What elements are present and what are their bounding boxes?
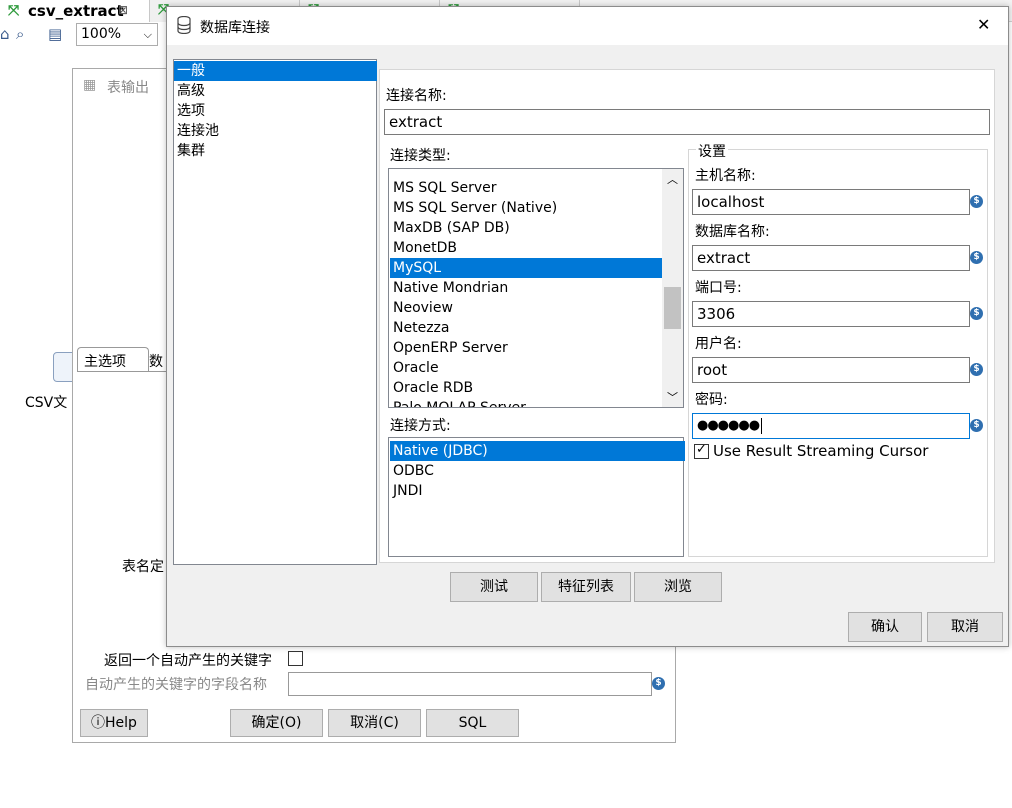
help-button[interactable]: ⓘHelp [80, 709, 148, 737]
chevron-down-icon: ⌵ [143, 28, 152, 41]
bg-dialog-title: 表输出 [107, 80, 149, 96]
variable-icon[interactable]: $ [970, 251, 983, 264]
run-icon[interactable]: ⌂ [0, 25, 10, 43]
access-method-label: 连接方式: [390, 418, 451, 434]
connection-name-label: 连接名称: [386, 88, 447, 104]
username-label: 用户名: [695, 336, 742, 352]
password-mask: ●●●●●● [697, 418, 760, 433]
connection-type-label: 连接类型: [390, 148, 451, 164]
explore-button[interactable]: 浏览 [634, 572, 722, 602]
scrollbar-thumb[interactable] [664, 287, 681, 329]
help-icon: ⓘ [91, 715, 106, 731]
table-icon: ▦ [83, 77, 97, 93]
variable-icon[interactable]: $ [652, 677, 665, 690]
settings-nav-list: 一般 高级 选项 连接池 集群 [173, 59, 377, 565]
csv-step-label: CSV文 [25, 395, 68, 411]
zoom-select[interactable]: 100% ⌵ [76, 23, 158, 46]
preview-icon[interactable]: ⌕ [16, 25, 24, 43]
connection-type-list[interactable]: MS SQL Server MS SQL Server (Native) MaxDB… [388, 168, 684, 408]
nav-item-pooling[interactable]: 连接池 [174, 121, 219, 141]
database-name-input[interactable]: extract [692, 245, 970, 271]
connection-type-item[interactable]: Netezza [390, 318, 663, 338]
grid-icon[interactable]: ▤ [48, 25, 62, 43]
zoom-value: 100% [81, 26, 122, 42]
settings-group-label: 设置 [696, 141, 728, 161]
access-item-odbc[interactable]: ODBC [390, 461, 434, 481]
variable-icon[interactable]: $ [970, 419, 983, 432]
connection-type-item[interactable]: MS SQL Server (Native) [390, 198, 663, 218]
close-icon[interactable]: ✕ [977, 15, 990, 34]
close-icon[interactable]: ⊠ [118, 3, 128, 17]
text-cursor [761, 417, 763, 434]
username-input[interactable]: root [692, 357, 970, 383]
feature-list-button[interactable]: 特征列表 [541, 572, 631, 602]
variable-icon[interactable]: $ [970, 307, 983, 320]
connection-type-item[interactable]: Neoview [390, 298, 663, 318]
nav-item-cluster[interactable]: 集群 [174, 141, 205, 161]
nav-item-general[interactable]: 一般 [174, 61, 377, 81]
connection-type-item[interactable]: MonetDB [390, 238, 663, 258]
port-label: 端口号: [695, 280, 742, 296]
access-item-jndi[interactable]: JNDI [390, 481, 423, 501]
connection-type-item[interactable]: Oracle RDB [390, 378, 663, 398]
nav-item-options[interactable]: 选项 [174, 101, 205, 121]
ok-button[interactable]: 确定(O) [230, 709, 323, 737]
cancel-button[interactable]: 取消(C) [328, 709, 421, 737]
check-icon: ✓ [696, 442, 707, 457]
connection-type-item[interactable]: MS SQL Server [390, 178, 663, 198]
connection-type-item[interactable]: MySQL [390, 258, 663, 278]
connection-type-item[interactable]: MaxDB (SAP DB) [390, 218, 663, 238]
transformation-icon: ⤧ [8, 3, 20, 19]
dialog-title: 数据库连接 [200, 20, 270, 36]
access-method-list[interactable]: Native (JDBC) ODBC JNDI [388, 437, 685, 557]
sql-button[interactable]: SQL [426, 709, 519, 737]
key-field-label: 自动产生的关键字的字段名称 [85, 677, 267, 693]
ok-button[interactable]: 确认 [848, 612, 922, 642]
scrollbar[interactable]: ︿ ﹀ [662, 169, 683, 407]
dialog-titlebar: 数据库连接 ✕ [167, 7, 1008, 45]
key-field-input[interactable] [288, 672, 652, 696]
tab-label: csv_extract [28, 2, 124, 20]
connection-type-item[interactable]: OpenERP Server [390, 338, 663, 358]
return-key-label: 返回一个自动产生的关键字 [104, 653, 272, 669]
scroll-up-icon[interactable]: ︿ [667, 171, 678, 187]
cancel-button[interactable]: 取消 [927, 612, 1003, 642]
scroll-down-icon[interactable]: ﹀ [667, 389, 678, 405]
tab-label: 数 [149, 354, 163, 370]
database-icon [177, 15, 191, 35]
connection-type-item[interactable]: Oracle [390, 358, 663, 378]
tab-main-options[interactable]: 主选项 [77, 347, 149, 371]
host-input[interactable]: localhost [692, 189, 970, 215]
nav-item-advanced[interactable]: 高级 [174, 81, 205, 101]
database-connection-dialog: 数据库连接 ✕ 一般 高级 选项 连接池 集群 连接名称: extract 连接… [166, 6, 1009, 647]
connection-type-item[interactable]: Native Mondrian [390, 278, 663, 298]
password-input[interactable]: ●●●●●● [692, 413, 970, 439]
help-label: Help [105, 715, 137, 731]
return-key-checkbox[interactable] [288, 651, 303, 666]
table-name-label: 表名定 [122, 559, 164, 575]
variable-icon[interactable]: $ [970, 195, 983, 208]
database-name-label: 数据库名称: [695, 224, 770, 240]
test-button[interactable]: 测试 [450, 572, 538, 602]
host-label: 主机名称: [695, 168, 756, 184]
streaming-cursor-checkbox[interactable]: ✓ [694, 442, 709, 459]
connection-name-input[interactable]: extract [384, 109, 990, 135]
tab-csv-extract[interactable]: ⤧ csv_extract ⊠ [0, 0, 150, 22]
tab-label: 主选项 [84, 354, 126, 370]
streaming-cursor-label: Use Result Streaming Cursor [713, 442, 929, 460]
access-item-native-jdbc[interactable]: Native (JDBC) [390, 441, 685, 461]
variable-icon[interactable]: $ [970, 363, 983, 376]
password-label: 密码: [695, 392, 728, 408]
port-input[interactable]: 3306 [692, 301, 970, 327]
connection-type-item[interactable]: Palo MOLAP Server [390, 398, 663, 407]
